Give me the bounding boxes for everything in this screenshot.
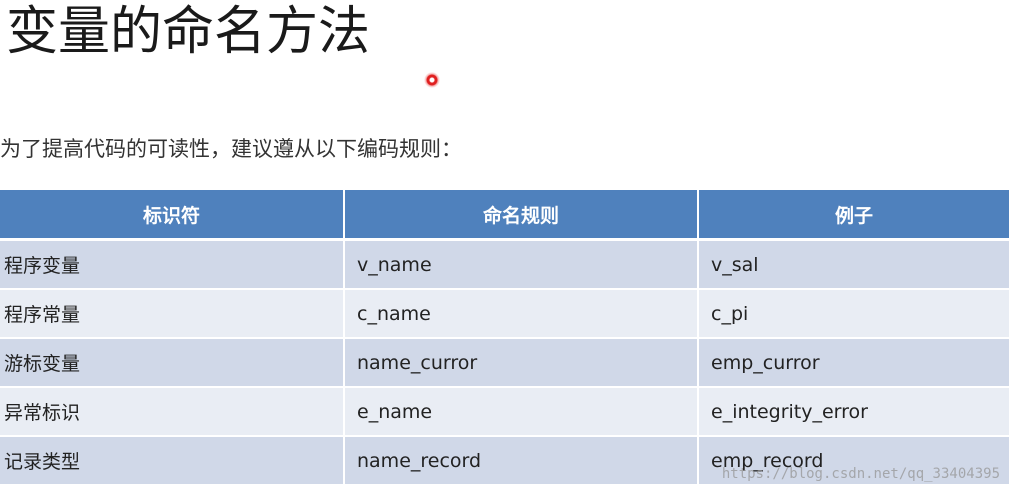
- cell-identifier: 异常标识: [0, 387, 345, 437]
- cell-identifier: 程序常量: [0, 289, 345, 339]
- table-row: 异常标识 e_name e_integrity_error: [0, 387, 1010, 437]
- table-row: 游标变量 name_curror emp_curror: [0, 338, 1010, 388]
- cell-example: e_integrity_error: [698, 387, 1010, 437]
- table-header-row: 标识符 命名规则 例子: [0, 190, 1010, 241]
- laser-pointer-dot: [424, 72, 440, 88]
- column-header-example: 例子: [698, 190, 1010, 241]
- watermark-text: https://blog.csdn.net/qq_33404395: [721, 466, 1000, 482]
- cell-example: c_pi: [698, 289, 1010, 339]
- intro-text: 为了提高代码的可读性，建议遵从以下编码规则：: [0, 137, 462, 161]
- table-row: 程序变量 v_name v_sal: [0, 239, 1010, 290]
- cell-naming-rule: name_curror: [344, 338, 699, 388]
- naming-rules-table: 标识符 命名规则 例子 程序变量 v_name v_sal 程序常量 c_nam…: [0, 190, 1010, 486]
- slide-title: 变量的命名方法: [6, 2, 371, 62]
- cell-example: v_sal: [698, 239, 1010, 290]
- cell-naming-rule: v_name: [344, 239, 699, 290]
- table-row: 程序常量 c_name c_pi: [0, 289, 1010, 339]
- cell-identifier: 游标变量: [0, 338, 345, 388]
- column-header-identifier: 标识符: [0, 190, 345, 241]
- cell-example: emp_curror: [698, 338, 1010, 388]
- cell-naming-rule: e_name: [344, 387, 699, 437]
- cell-identifier: 记录类型: [0, 436, 345, 486]
- cell-identifier: 程序变量: [0, 239, 345, 290]
- column-header-naming-rule: 命名规则: [344, 190, 699, 241]
- cell-naming-rule: c_name: [344, 289, 699, 339]
- cell-naming-rule: name_record: [344, 436, 699, 486]
